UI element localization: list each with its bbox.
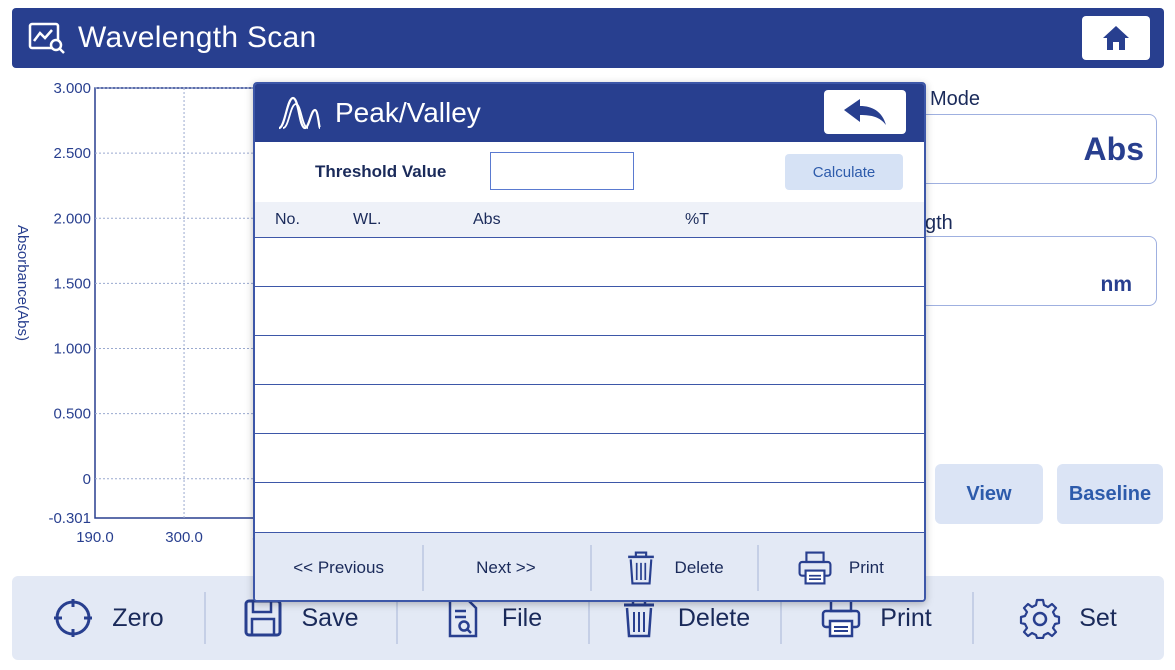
file-search-icon — [448, 598, 478, 638]
y-tick-label: 0.500 — [53, 406, 91, 423]
back-arrow-icon — [844, 99, 886, 125]
table-row[interactable] — [255, 385, 924, 434]
y-tick-label: -0.301 — [48, 510, 91, 527]
back-button[interactable] — [824, 90, 906, 134]
table-row[interactable] — [255, 483, 924, 532]
column-abs: Abs — [473, 211, 501, 228]
floppy-disk-icon — [244, 599, 281, 637]
chart-search-icon — [28, 22, 65, 54]
home-button[interactable] — [1082, 16, 1150, 60]
x-tick-label: 300.0 — [165, 529, 203, 546]
mode-value: Abs — [1083, 131, 1144, 167]
previous-button[interactable]: << Previous — [255, 533, 422, 600]
dialog-print-button[interactable]: Print — [756, 533, 924, 600]
zero-label: Zero — [112, 603, 164, 632]
mode-field[interactable]: Abs — [905, 114, 1157, 184]
trash-icon — [623, 598, 654, 638]
dialog-delete-label: Delete — [674, 557, 724, 577]
app-title: Wavelength Scan — [78, 21, 317, 54]
table-row[interactable] — [255, 434, 924, 483]
baseline-button[interactable]: Baseline — [1057, 464, 1163, 524]
y-tick-label: 0 — [83, 471, 91, 488]
dialog-footer: << Previous Next >> Delete Print — [255, 532, 924, 600]
save-label: Save — [301, 603, 359, 632]
wavelength-unit: nm — [1100, 273, 1133, 296]
table-row[interactable] — [255, 238, 924, 287]
dialog-title: Peak/Valley — [335, 97, 481, 128]
table-row[interactable] — [255, 336, 924, 385]
file-label: File — [501, 603, 543, 632]
table-header: No. WL. Abs %T — [255, 202, 924, 238]
home-icon — [1103, 26, 1129, 50]
mode-label: Mode — [930, 88, 981, 110]
next-button[interactable]: Next >> — [422, 533, 589, 600]
previous-label: << Previous — [293, 557, 384, 577]
y-tick-label: 1.500 — [53, 275, 91, 292]
absorbance-chart: 3.000 2.500 2.000 1.500 1.000 0.500 0 -0.301 190… — [14, 80, 260, 546]
threshold-input[interactable] — [490, 152, 634, 190]
crosshair-icon — [54, 599, 93, 637]
plot-frame — [94, 87, 260, 519]
y-tick-label: 1.000 — [53, 341, 91, 358]
dialog-delete-button[interactable]: Delete — [589, 533, 757, 600]
y-tick-label: 3.000 — [53, 80, 91, 97]
column-no: No. — [275, 211, 300, 228]
zero-button[interactable]: Zero — [12, 576, 204, 660]
column-transmittance: %T — [685, 211, 709, 228]
title-bar: Wavelength Scan — [12, 8, 1164, 68]
table-row[interactable] — [255, 287, 924, 336]
wavelength-field[interactable]: nm — [905, 236, 1157, 306]
next-label: Next >> — [476, 557, 536, 577]
view-button[interactable]: View — [935, 464, 1043, 524]
y-tick-label: 2.000 — [53, 210, 91, 227]
printer-icon — [822, 598, 861, 638]
dialog-print-label: Print — [848, 557, 884, 577]
y-tick-label: 2.500 — [53, 145, 91, 162]
print-label: Print — [880, 603, 932, 632]
trash-icon — [627, 551, 654, 584]
wavelength-label: gth — [925, 212, 953, 234]
printer-icon — [798, 551, 832, 584]
y-axis-title: Absorbance(Abs) — [14, 225, 31, 341]
column-wl: WL. — [353, 211, 382, 228]
set-button[interactable]: Set — [972, 576, 1164, 660]
delete-label: Delete — [677, 603, 751, 632]
calculate-button[interactable]: Calculate — [785, 154, 903, 190]
threshold-label: Threshold Value — [315, 162, 447, 181]
x-tick-label: 190.0 — [76, 529, 114, 546]
peak-valley-dialog: Peak/Valley Threshold Value Calculate No… — [253, 82, 926, 602]
peak-valley-icon — [278, 96, 321, 130]
set-label: Set — [1079, 603, 1117, 632]
dialog-header: Peak/Valley — [255, 84, 924, 142]
gear-icon — [1020, 598, 1061, 639]
